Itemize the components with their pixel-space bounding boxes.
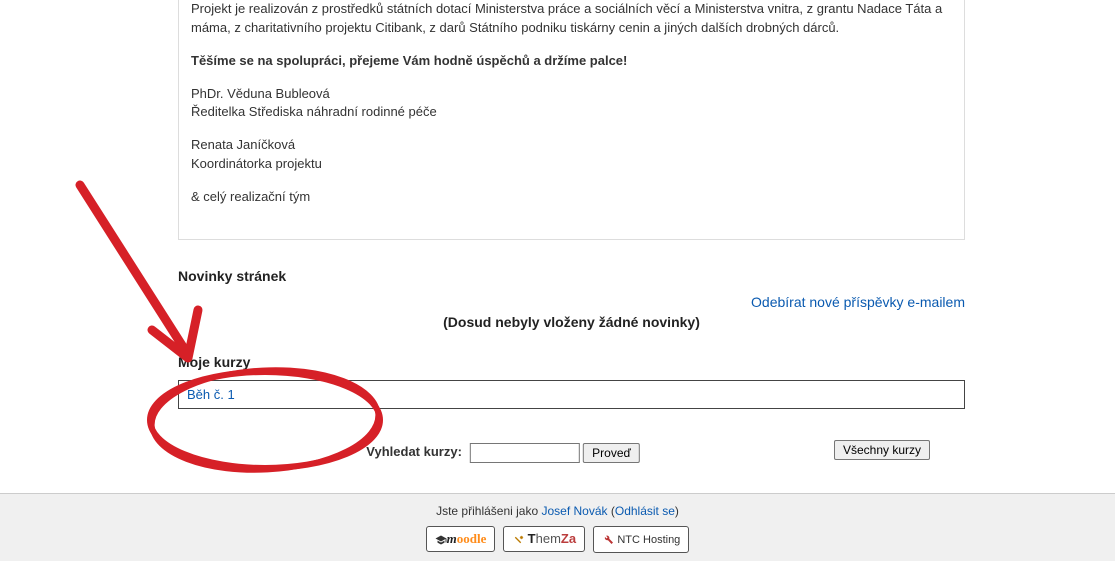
no-news-text: (Dosud nebyly vloženy žádné novinky) (178, 314, 965, 330)
info-paragraph: Projekt je realizován z prostředků státn… (191, 0, 952, 38)
logout-link[interactable]: Odhlásit se (615, 504, 675, 518)
all-courses-button[interactable]: Všechny kurzy (834, 440, 930, 460)
info-signature-2: Renata Janíčková Koordinátorka projektu (191, 136, 952, 174)
user-link[interactable]: Josef Novák (541, 504, 607, 518)
my-courses-heading: Moje kurzy (178, 354, 965, 370)
moodle-badge[interactable]: moodle (426, 526, 496, 552)
search-input[interactable] (470, 443, 580, 463)
info-greeting: Těšíme se na spolupráci, přejeme Vám hod… (191, 52, 952, 71)
course-box: Běh č. 1 (178, 380, 965, 409)
news-heading: Novinky stránek (178, 268, 965, 284)
login-status: Jste přihlášeni jako Josef Novák (Odhlás… (0, 504, 1115, 518)
course-link[interactable]: Běh č. 1 (187, 387, 235, 402)
info-team: & celý realizační tým (191, 188, 952, 207)
info-signature-1: PhDr. Věduna Bubleová Ředitelka Středisk… (191, 85, 952, 123)
wand-icon (512, 533, 524, 547)
footer: Jste přihlášeni jako Josef Novák (Odhlás… (0, 493, 1115, 561)
search-label: Vyhledat kurzy: (366, 444, 462, 459)
tools-icon (602, 532, 614, 546)
project-info-box: Projekt je realizován z prostředků státn… (178, 0, 965, 240)
graduation-cap-icon (435, 533, 447, 547)
search-go-button[interactable]: Proveď (583, 443, 640, 463)
themza-badge[interactable]: ThemZa (503, 526, 585, 552)
subscribe-link[interactable]: Odebírat nové příspěvky e-mailem (751, 294, 965, 310)
ntc-hosting-badge[interactable]: NTC Hosting (593, 526, 690, 553)
